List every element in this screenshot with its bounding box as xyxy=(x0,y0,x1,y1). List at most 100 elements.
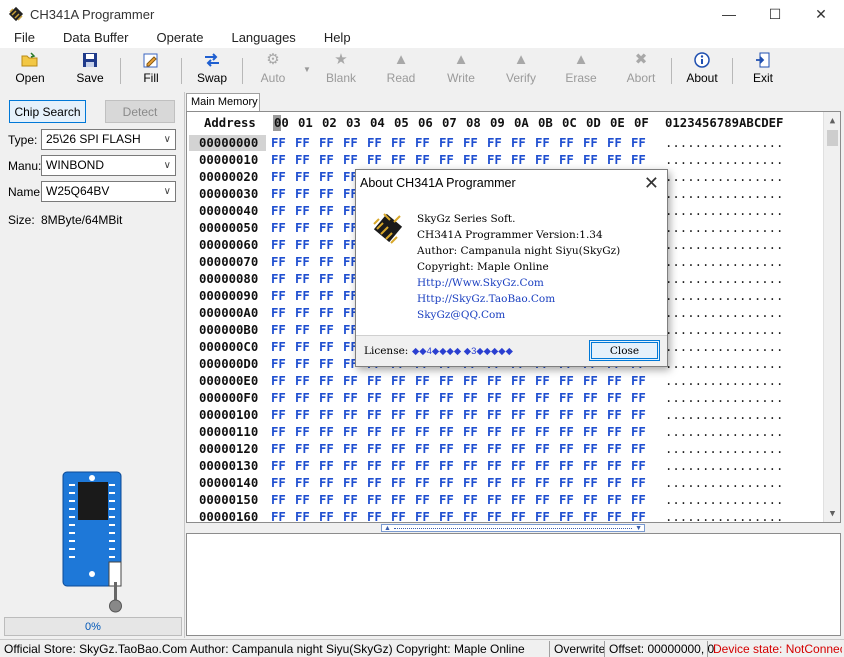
hex-byte[interactable]: FF xyxy=(463,153,478,167)
scroll-up-icon[interactable]: ▲ xyxy=(824,112,840,129)
manufacturer-select[interactable]: WINBOND ∨ xyxy=(41,155,176,176)
hex-byte[interactable]: FF xyxy=(391,408,406,422)
hex-byte[interactable]: FF xyxy=(319,391,334,405)
hex-byte[interactable]: FF xyxy=(439,493,454,507)
hex-byte[interactable]: FF xyxy=(535,391,550,405)
hex-byte[interactable]: FF xyxy=(583,408,598,422)
hex-byte[interactable]: FF xyxy=(583,459,598,473)
hex-byte[interactable]: FF xyxy=(439,425,454,439)
hex-byte[interactable]: FF xyxy=(463,136,478,150)
hex-byte[interactable]: FF xyxy=(295,323,310,337)
hex-byte[interactable]: FF xyxy=(463,408,478,422)
pane-splitter[interactable]: ▲ ▼ xyxy=(381,524,645,532)
read-button[interactable]: ▲ Read xyxy=(371,48,431,90)
hex-byte[interactable]: FF xyxy=(319,153,334,167)
dialog-link-store[interactable]: Http://SkyGz.TaoBao.Com xyxy=(417,293,555,305)
menu-help[interactable]: Help xyxy=(310,28,365,48)
hex-byte[interactable]: FF xyxy=(295,476,310,490)
hex-byte[interactable]: FF xyxy=(607,442,622,456)
hex-byte[interactable]: FF xyxy=(319,442,334,456)
type-select[interactable]: 25\26 SPI FLASH ∨ xyxy=(41,129,176,150)
hex-row[interactable]: 00000100 FF FF FF FF FF FF FF FF FF FF FF FF FF FF FF FF… xyxy=(187,408,827,425)
hex-byte[interactable]: FF xyxy=(343,408,358,422)
hex-byte[interactable]: FF xyxy=(631,459,646,473)
hex-byte[interactable]: FF xyxy=(511,391,526,405)
minimize-button[interactable]: — xyxy=(706,0,752,28)
hex-byte[interactable]: FF xyxy=(319,323,334,337)
hex-byte[interactable]: FF xyxy=(343,442,358,456)
hex-byte[interactable]: FF xyxy=(391,391,406,405)
hex-byte[interactable]: FF xyxy=(367,459,382,473)
hex-byte[interactable]: FF xyxy=(343,459,358,473)
hex-byte[interactable]: FF xyxy=(487,493,502,507)
hex-byte[interactable]: FF xyxy=(583,493,598,507)
menu-file[interactable]: File xyxy=(0,28,49,48)
hex-byte[interactable]: FF xyxy=(319,255,334,269)
hex-byte[interactable]: FF xyxy=(511,408,526,422)
hex-byte[interactable]: FF xyxy=(295,391,310,405)
hex-byte[interactable]: FF xyxy=(607,408,622,422)
hex-byte[interactable]: FF xyxy=(271,187,286,201)
hex-byte[interactable]: FF xyxy=(295,187,310,201)
hex-byte[interactable]: FF xyxy=(535,442,550,456)
menu-languages[interactable]: Languages xyxy=(217,28,309,48)
hex-byte[interactable]: FF xyxy=(271,357,286,371)
hex-byte[interactable]: FF xyxy=(535,459,550,473)
hex-byte[interactable]: FF xyxy=(439,476,454,490)
hex-byte[interactable]: FF xyxy=(271,255,286,269)
hex-byte[interactable]: FF xyxy=(559,510,574,522)
about-button[interactable]: About xyxy=(672,48,732,90)
hex-byte[interactable]: FF xyxy=(343,476,358,490)
hex-byte[interactable]: FF xyxy=(295,357,310,371)
hex-byte[interactable]: FF xyxy=(631,510,646,522)
hex-byte[interactable]: FF xyxy=(271,391,286,405)
hex-byte[interactable]: FF xyxy=(391,153,406,167)
hex-byte[interactable]: FF xyxy=(295,340,310,354)
hex-byte[interactable]: FF xyxy=(511,374,526,388)
hex-byte[interactable]: FF xyxy=(343,493,358,507)
hex-byte[interactable]: FF xyxy=(487,136,502,150)
hex-byte[interactable]: FF xyxy=(319,408,334,422)
hex-byte[interactable]: FF xyxy=(271,204,286,218)
hex-byte[interactable]: FF xyxy=(415,493,430,507)
hex-byte[interactable]: FF xyxy=(607,391,622,405)
hex-byte[interactable]: FF xyxy=(319,493,334,507)
hex-row[interactable]: 00000150 FF FF FF FF FF FF FF FF FF FF FF FF FF FF FF FF… xyxy=(187,493,827,510)
hex-row[interactable]: 00000140 FF FF FF FF FF FF FF FF FF FF FF FF FF FF FF FF… xyxy=(187,476,827,493)
log-pane[interactable] xyxy=(186,533,841,636)
hex-byte[interactable]: FF xyxy=(607,153,622,167)
hex-byte[interactable]: FF xyxy=(559,408,574,422)
hex-byte[interactable]: FF xyxy=(343,425,358,439)
hex-byte[interactable]: FF xyxy=(631,442,646,456)
hex-byte[interactable]: FF xyxy=(535,510,550,522)
hex-byte[interactable]: FF xyxy=(463,391,478,405)
hex-byte[interactable]: FF xyxy=(343,136,358,150)
hex-byte[interactable]: FF xyxy=(607,476,622,490)
hex-byte[interactable]: FF xyxy=(559,391,574,405)
hex-byte[interactable]: FF xyxy=(511,476,526,490)
hex-byte[interactable]: FF xyxy=(439,459,454,473)
dialog-close-button[interactable]: Close xyxy=(589,340,660,361)
hex-byte[interactable]: FF xyxy=(487,459,502,473)
verify-button[interactable]: ▲ Verify xyxy=(491,48,551,90)
hex-byte[interactable]: FF xyxy=(415,476,430,490)
hex-byte[interactable]: FF xyxy=(271,136,286,150)
hex-byte[interactable]: FF xyxy=(439,391,454,405)
hex-byte[interactable]: FF xyxy=(631,425,646,439)
hex-byte[interactable]: FF xyxy=(439,374,454,388)
hex-byte[interactable]: FF xyxy=(295,170,310,184)
hex-byte[interactable]: FF xyxy=(319,187,334,201)
hex-byte[interactable]: FF xyxy=(295,153,310,167)
hex-byte[interactable]: FF xyxy=(271,425,286,439)
hex-byte[interactable]: FF xyxy=(271,306,286,320)
hex-byte[interactable]: FF xyxy=(391,510,406,522)
fill-button[interactable]: Fill xyxy=(121,48,181,90)
hex-byte[interactable]: FF xyxy=(535,136,550,150)
hex-byte[interactable]: FF xyxy=(319,374,334,388)
hex-byte[interactable]: FF xyxy=(463,425,478,439)
hex-byte[interactable]: FF xyxy=(535,408,550,422)
hex-row[interactable]: 00000130 FF FF FF FF FF FF FF FF FF FF FF FF FF FF FF FF… xyxy=(187,459,827,476)
hex-byte[interactable]: FF xyxy=(271,170,286,184)
hex-byte[interactable]: FF xyxy=(271,493,286,507)
hex-byte[interactable]: FF xyxy=(607,510,622,522)
